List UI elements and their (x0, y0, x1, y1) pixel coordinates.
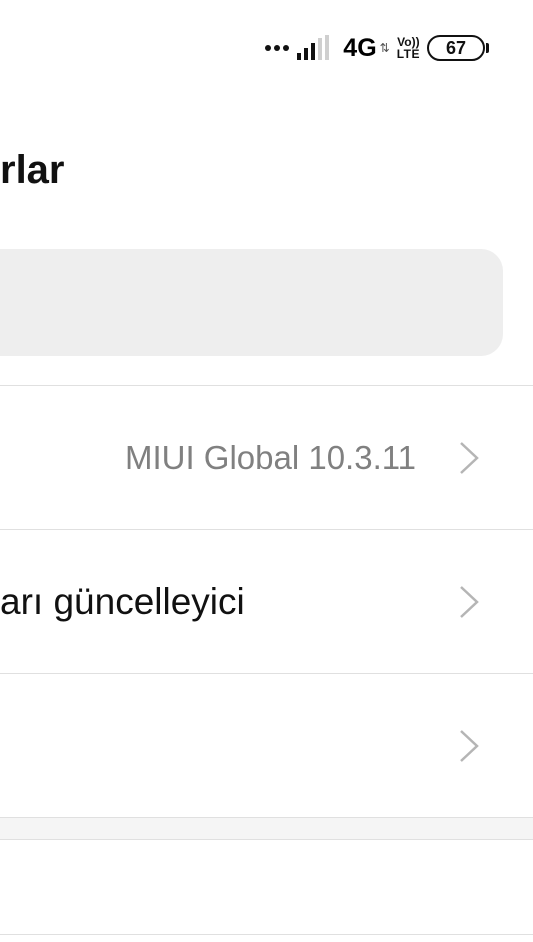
page-title: rlar (0, 148, 65, 192)
section-separator (0, 818, 533, 839)
list-item[interactable] (0, 674, 533, 817)
network-type-label: 4G (343, 33, 377, 62)
settings-screen: 4G ⇅ Vo)) LTE 67 rlar MIUI Global 10.3.1… (0, 0, 533, 942)
chevron-right-icon (460, 729, 479, 762)
list-item[interactable] (0, 840, 533, 934)
list-item-miui-version[interactable]: MIUI Global 10.3.11 (0, 386, 533, 529)
list-item-app-updater[interactable]: arı güncelleyici (0, 530, 533, 673)
battery-level: 67 (445, 37, 467, 58)
volte-icon: Vo)) LTE (397, 36, 420, 60)
chevron-right-icon (460, 585, 479, 618)
divider (0, 934, 533, 935)
more-dots-icon (265, 45, 290, 51)
miui-version-value: MIUI Global 10.3.11 (124, 438, 416, 476)
data-activity-icon: ⇅ (379, 41, 390, 55)
chevron-right-icon (460, 441, 479, 474)
volte-bottom-label: LTE (396, 47, 420, 61)
battery-icon: 67 (427, 35, 489, 61)
search-input[interactable] (0, 249, 503, 356)
list-item-label: arı güncelleyici (0, 580, 245, 622)
signal-icon (296, 35, 336, 61)
status-bar: 4G ⇅ Vo)) LTE 67 (265, 28, 489, 68)
